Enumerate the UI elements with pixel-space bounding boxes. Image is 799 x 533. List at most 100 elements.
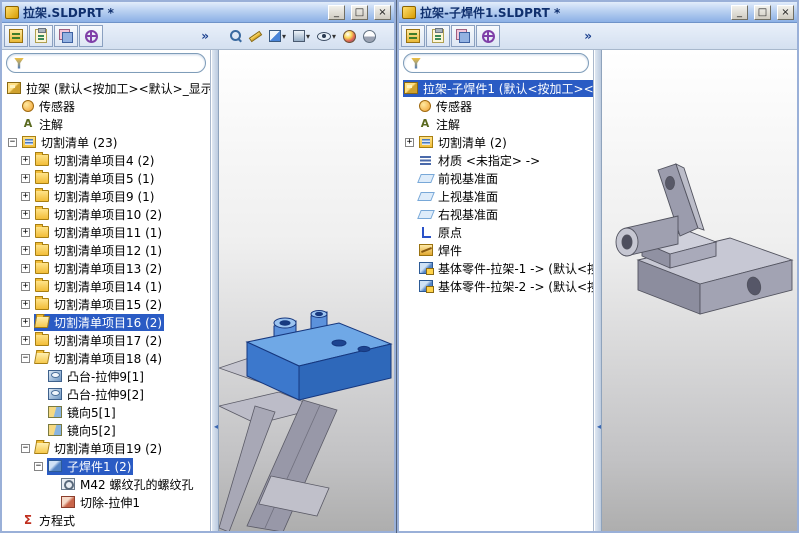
tree-item-cut-list-item-9[interactable]: + 切割清单项目9 (1) xyxy=(2,187,210,205)
filter-funnel-icon[interactable] xyxy=(14,57,24,69)
filter-funnel-icon[interactable] xyxy=(411,57,421,69)
tree-item-root-part[interactable]: 拉架-子焊件1 (默认<按加工><<默 xyxy=(399,79,593,97)
tree-item-origin[interactable]: 原点 xyxy=(399,223,593,241)
3d-model-weldment-frame[interactable] xyxy=(219,50,394,531)
tree-item-front-plane[interactable]: 前视基准面 xyxy=(399,169,593,187)
configurationmanager-tab[interactable] xyxy=(54,25,78,47)
expand-icon[interactable]: + xyxy=(21,299,30,309)
measure-button[interactable] xyxy=(246,25,265,47)
tree-item-base-part-2[interactable]: 基体零件-拉架-2 -> (默认<按加 xyxy=(399,277,593,295)
part-window-sub-weldment: 拉架-子焊件1.SLDPRT * _ □ × » 拉架-子焊件1 (默认<按加工… xyxy=(396,0,799,533)
expand-icon[interactable]: + xyxy=(21,155,30,165)
tree-item-cut-list-item-11[interactable]: + 切割清单项目11 (1) xyxy=(2,223,210,241)
tree-item-cut-list-item-16[interactable]: + 切割清单项目16 (2) xyxy=(2,313,210,331)
tree-item-cut-list-item-12[interactable]: + 切割清单项目12 (1) xyxy=(2,241,210,259)
restore-button[interactable]: □ xyxy=(754,4,771,20)
minimize-button[interactable]: _ xyxy=(328,4,345,20)
dropdown-arrow-icon: ▾ xyxy=(306,31,311,41)
tree-item-root-part[interactable]: 拉架 (默认<按加工><默认>_显示 xyxy=(2,79,210,97)
sensors-icon xyxy=(419,100,431,112)
equations-icon: Σ xyxy=(23,513,33,527)
dimxpert-tab[interactable] xyxy=(476,25,500,47)
expand-icon[interactable]: + xyxy=(21,191,30,201)
expand-icon[interactable]: + xyxy=(21,173,30,183)
tree-item-annotations[interactable]: A 注解 xyxy=(2,115,210,133)
expand-icon[interactable]: + xyxy=(21,335,30,345)
propertymanager-tab[interactable] xyxy=(426,25,450,47)
hide-show-items-button[interactable]: ▾ xyxy=(314,25,339,47)
tree-item-boss-extrude9-2[interactable]: 凸台-拉伸9[2] xyxy=(2,385,210,403)
featuremanager-tree-tab[interactable] xyxy=(4,25,28,47)
tree-item-cut-list-item-15[interactable]: + 切割清单项目15 (2) xyxy=(2,295,210,313)
weldment-icon xyxy=(419,244,433,256)
tree-item-cut-extrude1[interactable]: 切除-拉伸1 xyxy=(2,493,210,511)
featuremanager-tree-tab[interactable] xyxy=(401,25,425,47)
filter-input[interactable] xyxy=(426,56,581,70)
featuremanager-panel: 拉架-子焊件1 (默认<按加工><<默 传感器 A注解 +切割清单 (2) 材质… xyxy=(399,50,594,531)
tree-item-cut-list-item-18[interactable]: − 切割清单项目18 (4) xyxy=(2,349,210,367)
tree-item-cut-list-item-10[interactable]: + 切割清单项目10 (2) xyxy=(2,205,210,223)
tree-item-equations[interactable]: Σ 方程式 xyxy=(2,511,210,529)
tab-overflow-chevron[interactable]: » xyxy=(584,29,592,43)
expand-icon[interactable]: + xyxy=(21,245,30,255)
measure-icon xyxy=(248,30,263,42)
titlebar[interactable]: 拉架.SLDPRT * _ □ × xyxy=(2,2,394,23)
minimize-button[interactable]: _ xyxy=(731,4,748,20)
tree-item-cut-list[interactable]: − 切割清单 (23) xyxy=(2,133,210,151)
tree-item-cut-list-item-17[interactable]: + 切割清单项目17 (2) xyxy=(2,331,210,349)
tab-overflow-chevron[interactable]: » xyxy=(201,29,209,43)
configurationmanager-tab[interactable] xyxy=(451,25,475,47)
tree-item-cut-list-item-14[interactable]: + 切割清单项目14 (1) xyxy=(2,277,210,295)
3d-model-sub-weldment[interactable] xyxy=(602,50,797,531)
boss-extrude-icon xyxy=(48,388,62,400)
zoom-fit-button[interactable] xyxy=(227,25,245,47)
expand-icon[interactable]: + xyxy=(21,263,30,273)
expand-icon[interactable]: + xyxy=(21,227,30,237)
annotations-icon: A xyxy=(23,117,33,130)
solidworks-part-icon xyxy=(5,5,19,19)
dimxpert-tab[interactable] xyxy=(79,25,103,47)
tree-item-sensors[interactable]: 传感器 xyxy=(2,97,210,115)
collapse-icon[interactable]: − xyxy=(21,443,30,453)
tree-item-sensors[interactable]: 传感器 xyxy=(399,97,593,115)
scene-button[interactable] xyxy=(360,25,379,47)
view-orientation-button[interactable]: ▾ xyxy=(290,25,313,47)
expand-icon[interactable]: + xyxy=(21,209,30,219)
tree-item-top-plane[interactable]: 上视基准面 xyxy=(399,187,593,205)
section-view-button[interactable]: ▾ xyxy=(266,25,289,47)
propertymanager-tab[interactable] xyxy=(29,25,53,47)
tree-item-mirror5-1[interactable]: 镜向5[1] xyxy=(2,403,210,421)
expand-icon[interactable]: + xyxy=(405,137,414,147)
tree-item-cut-list[interactable]: + 切割清单 (2) xyxy=(399,133,593,151)
tree-item-cut-list-item-5[interactable]: + 切割清单项目5 (1) xyxy=(2,169,210,187)
expand-icon[interactable]: + xyxy=(21,317,30,327)
tree-item-cut-list-item-19[interactable]: − 切割清单项目19 (2) xyxy=(2,439,210,457)
titlebar[interactable]: 拉架-子焊件1.SLDPRT * _ □ × xyxy=(399,2,797,23)
filter-bar xyxy=(403,53,589,73)
tree-item-annotations[interactable]: A 注解 xyxy=(399,115,593,133)
tree-item-sub-weldment1[interactable]: − 子焊件1 (2) xyxy=(2,457,210,475)
filter-input[interactable] xyxy=(29,56,198,70)
collapse-icon[interactable]: − xyxy=(34,461,43,471)
close-button[interactable]: × xyxy=(777,4,794,20)
tree-item-m42-tapped-hole[interactable]: M42 螺纹孔的螺纹孔 xyxy=(2,475,210,493)
collapse-icon[interactable]: − xyxy=(21,353,30,363)
tree-item-cut-list-item-13[interactable]: + 切割清单项目13 (2) xyxy=(2,259,210,277)
part-icon xyxy=(7,82,21,94)
tree-item-weldment[interactable]: 焊件 xyxy=(399,241,593,259)
graphics-viewport[interactable] xyxy=(602,50,797,531)
expand-icon[interactable]: + xyxy=(21,281,30,291)
appearance-button[interactable] xyxy=(340,25,359,47)
tree-item-mirror5-2[interactable]: 镜向5[2] xyxy=(2,421,210,439)
tree-item-cut-list-item-4[interactable]: + 切割清单项目4 (2) xyxy=(2,151,210,169)
tree-item-boss-extrude9-1[interactable]: 凸台-拉伸9[1] xyxy=(2,367,210,385)
collapse-icon[interactable]: − xyxy=(8,137,17,147)
tree-item-base-part-1[interactable]: 基体零件-拉架-1 -> (默认<按加 xyxy=(399,259,593,277)
restore-button[interactable]: □ xyxy=(351,4,368,20)
panel-splitter[interactable]: ◂ xyxy=(211,50,219,531)
tree-item-material[interactable]: 材质 <未指定> -> xyxy=(399,151,593,169)
close-button[interactable]: × xyxy=(374,4,391,20)
panel-splitter[interactable]: ◂ xyxy=(594,50,602,531)
tree-item-right-plane[interactable]: 右视基准面 xyxy=(399,205,593,223)
graphics-viewport[interactable] xyxy=(219,50,394,531)
